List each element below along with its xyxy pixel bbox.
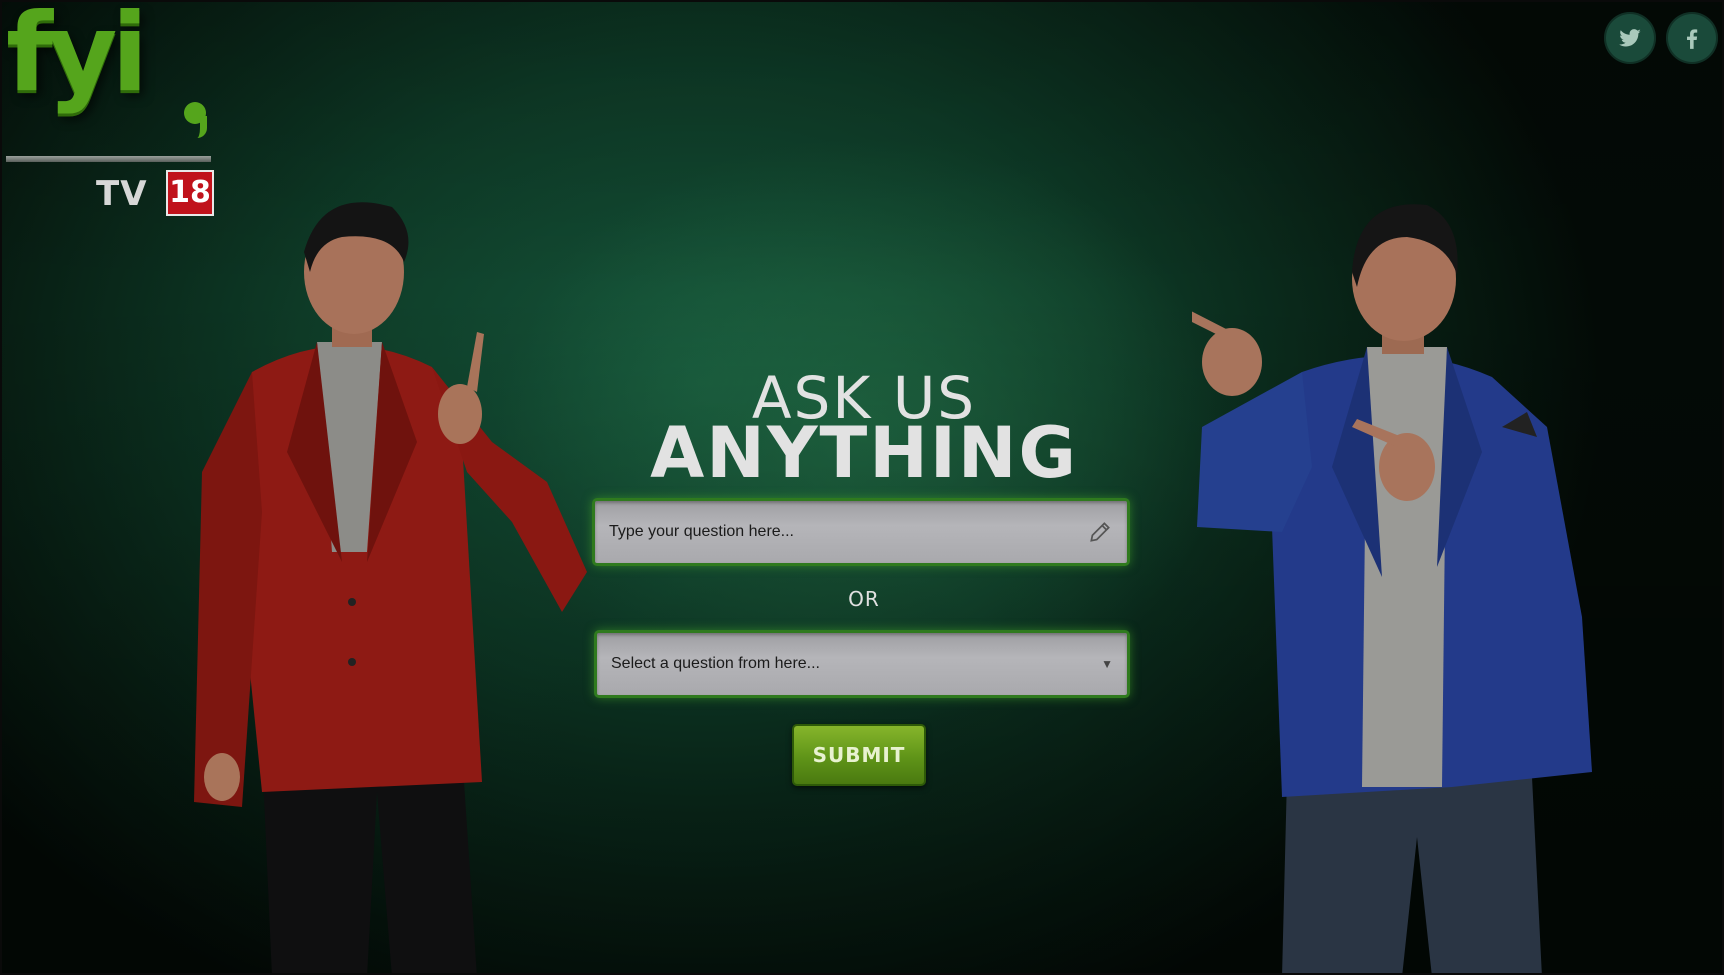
twitter-icon: [1619, 29, 1641, 47]
question-input[interactable]: Type your question here...: [592, 498, 1130, 566]
submit-button[interactable]: SUBMIT: [792, 724, 926, 786]
twitter-button[interactable]: [1604, 12, 1656, 64]
presenter-right-image: [1192, 204, 1592, 973]
question-input-placeholder: Type your question here...: [609, 523, 794, 540]
logo-network-number: 18: [166, 170, 214, 216]
logo-wordmark: fyi: [6, 0, 148, 116]
facebook-button[interactable]: [1666, 12, 1718, 64]
logo-comma-mark: [184, 102, 207, 138]
question-select-dropdown[interactable]: Select a question from here... ▼: [594, 630, 1130, 698]
facebook-icon: [1687, 29, 1698, 49]
page-stage: fyi TV 18 ASK US ANYTHING Type your ques…: [0, 0, 1724, 975]
headline-anything: ANYTHING: [650, 412, 1078, 494]
or-divider-label: OR: [848, 587, 880, 611]
fyi-tv18-logo[interactable]: fyi TV 18: [4, 2, 219, 216]
social-links: [1604, 12, 1718, 64]
presenter-left-image: [194, 202, 587, 973]
chevron-down-icon: ▼: [1101, 657, 1113, 671]
logo-network-text: TV: [96, 174, 148, 214]
pencil-icon: [1090, 522, 1110, 542]
logo-divider: [6, 156, 211, 162]
question-select-placeholder: Select a question from here...: [611, 655, 820, 672]
